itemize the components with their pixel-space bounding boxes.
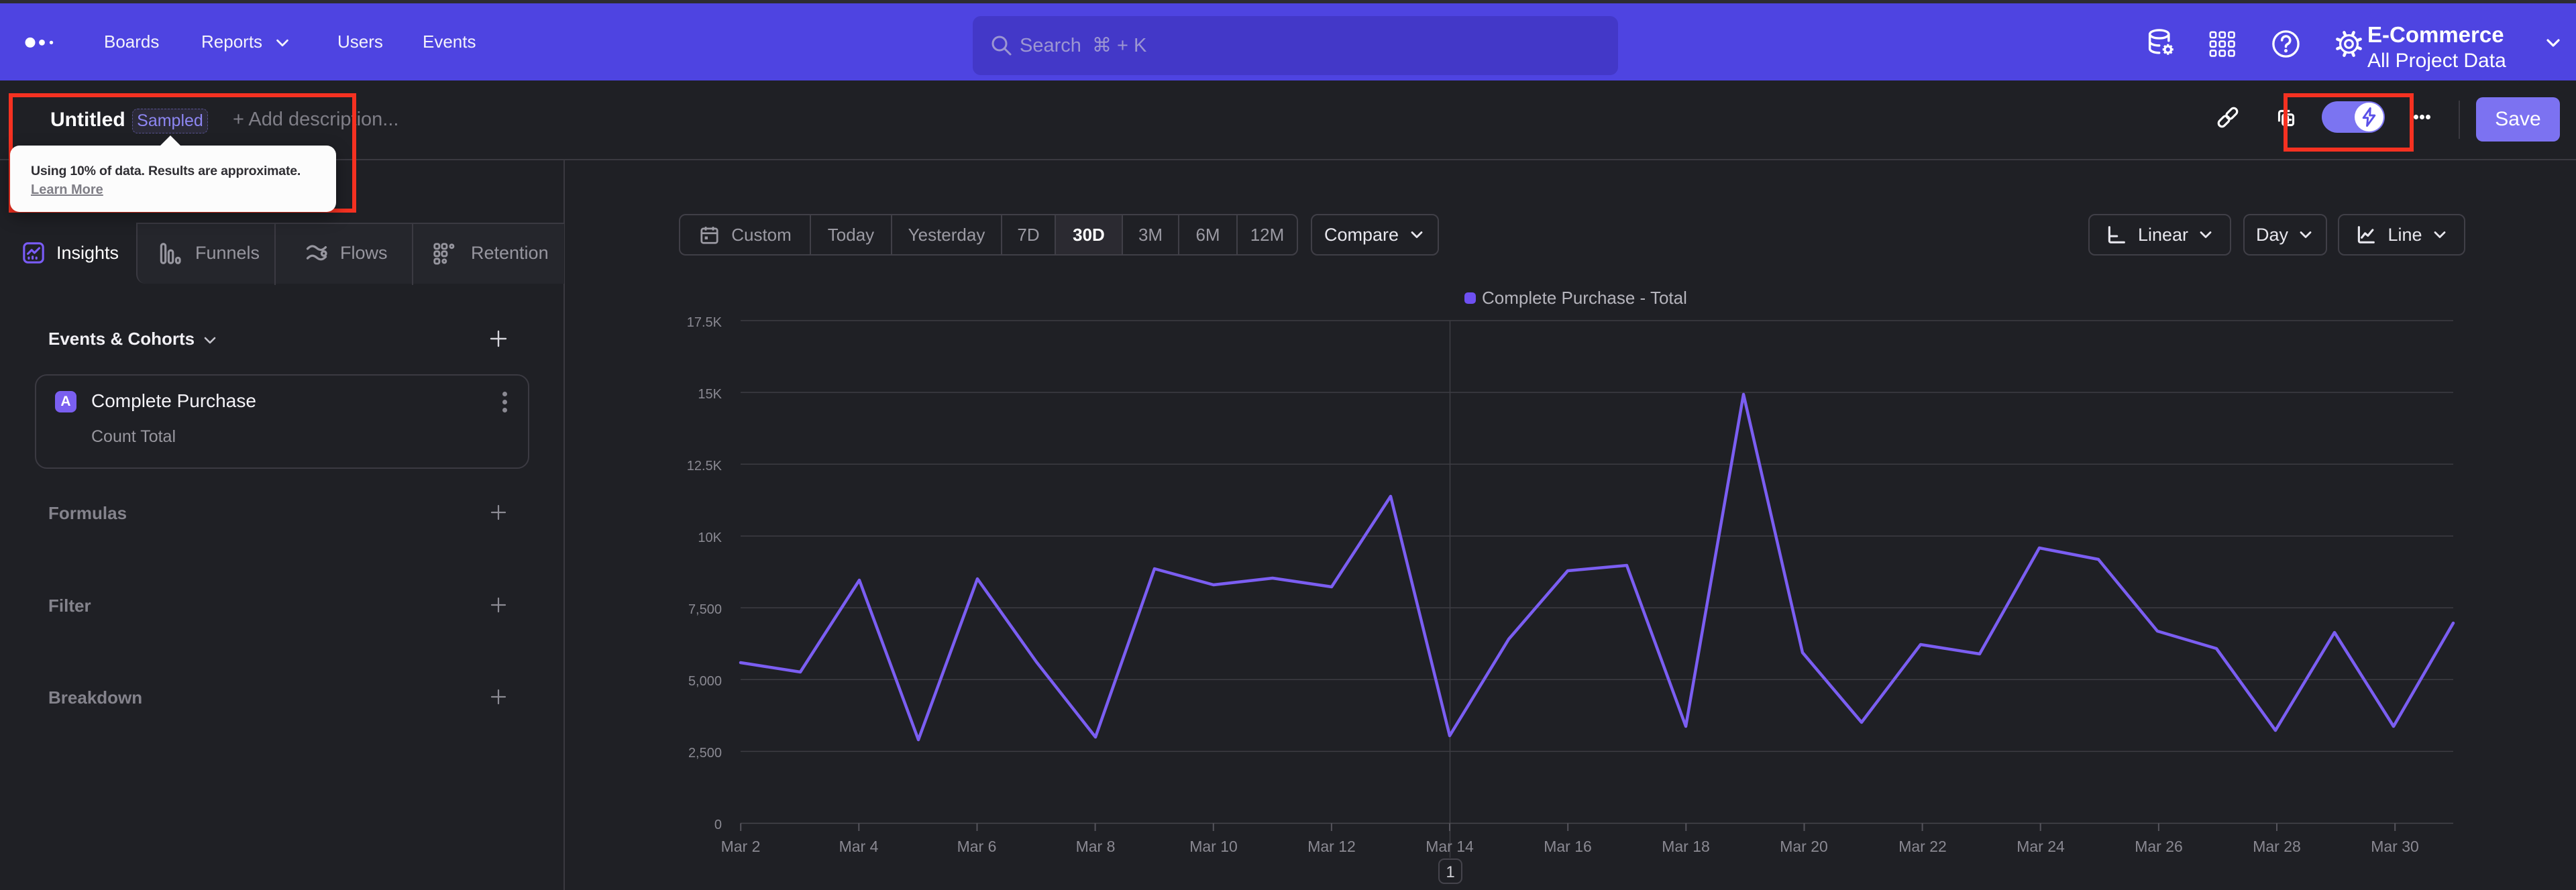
svg-text:Mar 2: Mar 2 [721, 838, 761, 855]
svg-text:Mar 18: Mar 18 [1662, 838, 1710, 855]
svg-text:Mar 16: Mar 16 [1544, 838, 1592, 855]
svg-text:Mar 24: Mar 24 [2017, 838, 2065, 855]
svg-text:Mar 28: Mar 28 [2253, 838, 2301, 855]
svg-text:5,000: 5,000 [688, 674, 722, 689]
svg-text:2,500: 2,500 [688, 746, 722, 761]
svg-text:Mar 22: Mar 22 [1898, 838, 1947, 855]
svg-text:7,500: 7,500 [688, 602, 722, 617]
svg-text:Mar 26: Mar 26 [2135, 838, 2183, 855]
svg-text:15K: 15K [698, 387, 722, 402]
svg-text:Mar 14: Mar 14 [1426, 838, 1474, 855]
svg-text:0: 0 [714, 818, 722, 832]
svg-text:Mar 6: Mar 6 [957, 838, 997, 855]
svg-text:1: 1 [1446, 863, 1454, 881]
svg-text:12.5K: 12.5K [687, 459, 722, 474]
svg-text:Mar 30: Mar 30 [2371, 838, 2419, 855]
svg-text:17.5K: 17.5K [687, 315, 722, 330]
svg-text:Mar 12: Mar 12 [1307, 838, 1356, 855]
svg-text:Mar 4: Mar 4 [839, 838, 879, 855]
svg-text:Mar 8: Mar 8 [1076, 838, 1116, 855]
svg-text:Mar 20: Mar 20 [1780, 838, 1828, 855]
svg-text:Complete Purchase - Total: Complete Purchase - Total [1482, 288, 1687, 308]
svg-text:Mar 10: Mar 10 [1189, 838, 1238, 855]
svg-text:10K: 10K [698, 531, 722, 545]
